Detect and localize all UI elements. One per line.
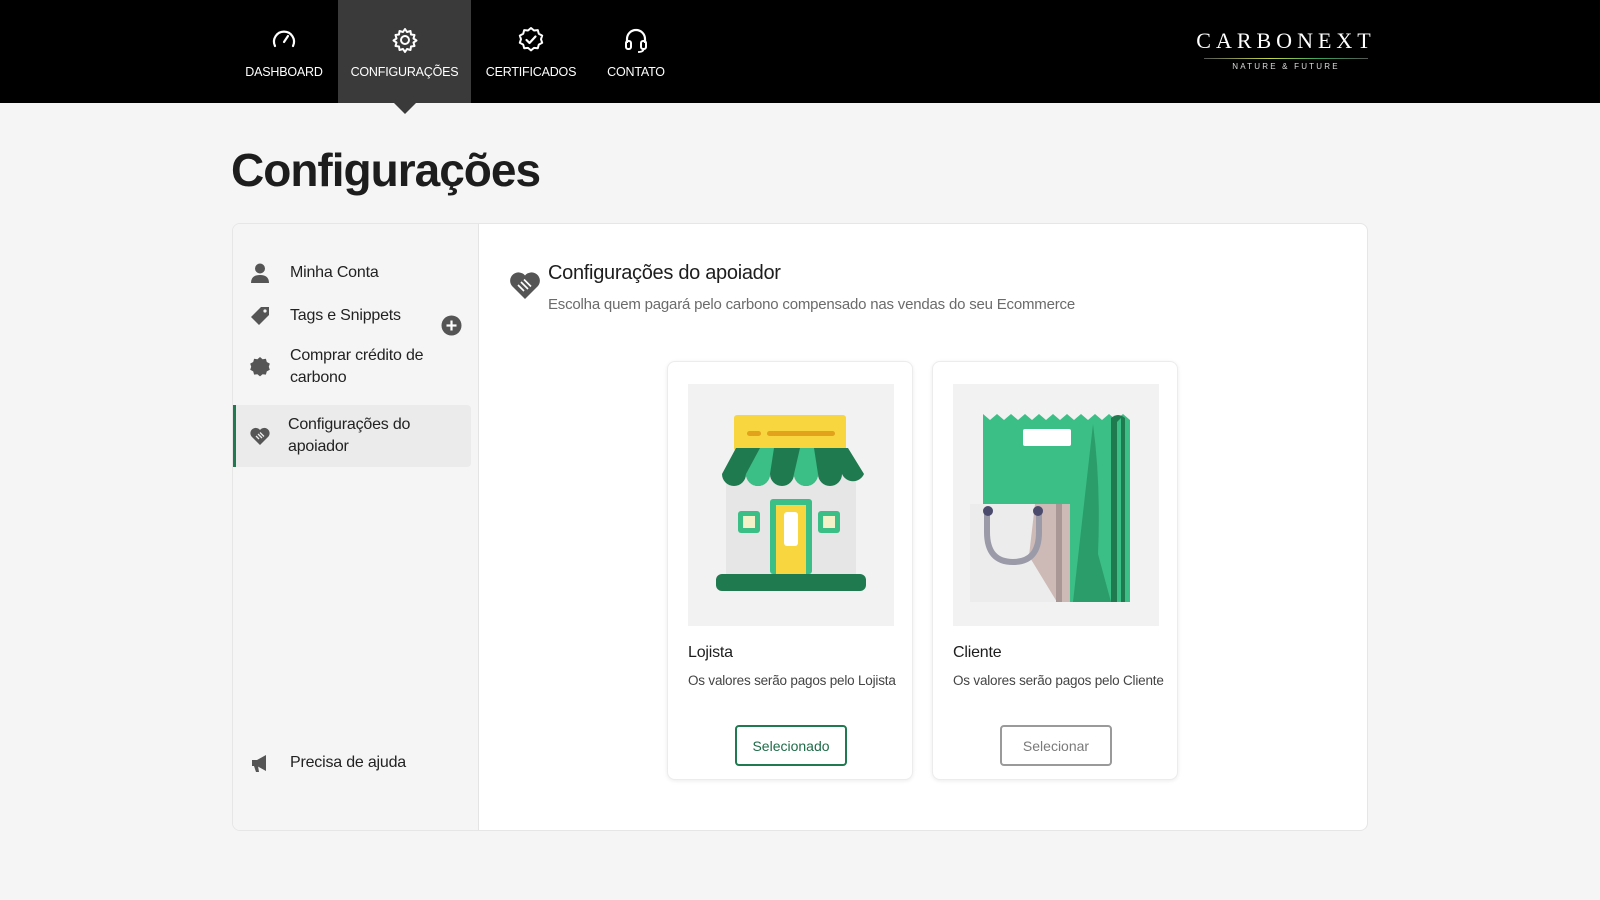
sidebar-item-label: Minha Conta [290,264,379,281]
sidebar-item-configuracoes-apoiador[interactable]: Configurações do apoiador [233,405,471,467]
option-card-lojista[interactable]: Lojista Os valores serão pagos pelo Loji… [667,361,913,780]
shopping-bag-illustration [953,384,1159,626]
logo-tagline: NATURE & FUTURE [1232,62,1340,71]
section-subtitle: Escolha quem pagará pelo carbono compens… [548,296,1075,313]
section-title: Configurações do apoiador [548,262,781,284]
nav-certificados[interactable]: CERTIFICADOS [471,0,591,103]
card-title: Lojista [688,644,733,661]
card-description: Os valores serão pagos pelo Lojista [688,673,896,688]
heart-handshake-icon [510,272,540,299]
settings-sidebar: Minha Conta Tags e Snippets Comprar créd… [233,224,479,830]
nav-label: CONFIGURAÇÕES [350,65,459,79]
tag-icon [251,307,269,325]
main-nav: DASHBOARD CONFIGURAÇÕES CERTIFICADOS CON… [230,0,681,114]
page-title: Configurações [231,144,541,196]
top-navbar: DASHBOARD CONFIGURAÇÕES CERTIFICADOS CON… [0,0,1600,114]
sidebar-item-label: Configurações do apoiador [288,416,411,455]
logo-underline [1204,58,1368,59]
card-title: Cliente [953,644,1002,661]
logo-wordmark: CARBONEXT [1196,28,1376,53]
sidebar-item-comprar-credito[interactable]: Comprar crédito de carbono [233,344,471,390]
nav-dashboard[interactable]: DASHBOARD [230,0,338,103]
speedometer-icon [272,30,296,48]
nav-configuracoes[interactable]: CONFIGURAÇÕES [338,0,471,114]
nav-label: CONTATO [607,65,665,79]
badge-icon [250,357,270,377]
carbonext-logo[interactable]: CARBONEXT NATURE & FUTURE [1196,28,1376,71]
storefront-illustration [688,384,894,626]
sidebar-help-label: Precisa de ajuda [290,754,406,771]
heart-handshake-icon [250,427,270,445]
sidebar-item-minha-conta[interactable]: Minha Conta [233,260,471,286]
nav-label: CERTIFICADOS [485,65,577,79]
sidebar-item-label: Comprar crédito de carbono [290,347,424,386]
nav-label: DASHBOARD [245,65,323,79]
card-description: Os valores serão pagos pelo Cliente [953,673,1164,688]
sidebar-item-tags-snippets[interactable]: Tags e Snippets [233,303,471,329]
option-card-cliente[interactable]: Cliente Os valores serão pagos pelo Clie… [932,361,1178,780]
sidebar-help-link[interactable]: Precisa de ajuda [233,750,471,776]
megaphone-icon [252,755,266,772]
gear-icon [392,28,417,53]
supporter-settings-content: Configurações do apoiador Escolha quem p… [480,224,1367,830]
user-icon [251,263,269,283]
plus-circle-icon[interactable] [441,315,462,336]
nav-contato[interactable]: CONTATO [591,0,681,103]
sidebar-item-label: Tags e Snippets [290,307,401,324]
settings-panel: Minha Conta Tags e Snippets Comprar créd… [232,223,1368,831]
headset-icon [625,28,647,53]
select-button[interactable]: Selecionar [1000,725,1112,766]
check-badge-icon [518,27,544,52]
selected-button[interactable]: Selecionado [735,725,847,766]
